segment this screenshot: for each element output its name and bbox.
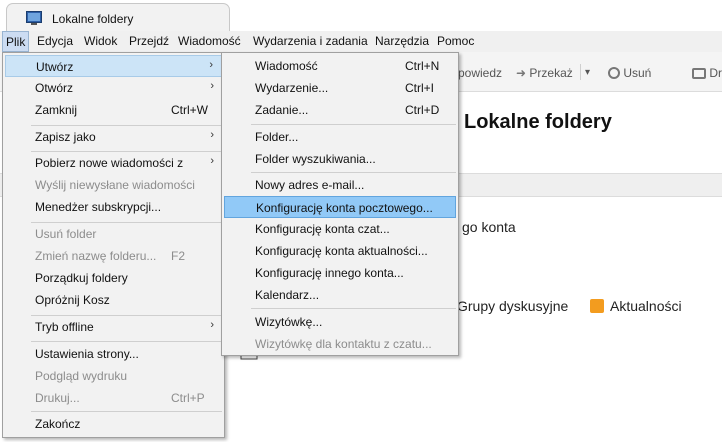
newsgroups-link[interactable]: Grupy dyskusyjne — [457, 298, 568, 314]
new-submenu-item-zadanie[interactable]: Zadanie... Ctrl+D — [224, 99, 456, 121]
menu-separator — [31, 341, 222, 342]
file-menu: Utwórz › Otwórz › Zamknij Ctrl+W Zapisz … — [2, 52, 225, 438]
tab-lokalne-foldery[interactable]: Lokalne foldery — [6, 3, 230, 32]
new-submenu-item-inne-konto[interactable]: Konfigurację innego konta... — [224, 262, 456, 284]
file-menu-item-zapisz-jako[interactable]: Zapisz jako › — [5, 126, 222, 148]
new-submenu-item-folder[interactable]: Folder... — [224, 126, 456, 148]
new-submenu-item-wizytowka-czat[interactable]: Wizytówkę dla kontaktu z czatu... — [224, 333, 456, 355]
file-menu-item-porzadkuj[interactable]: Porządkuj foldery — [5, 267, 222, 289]
delete-label: Usuń — [623, 66, 652, 80]
file-menu-item-tryb-offline[interactable]: Tryb offline › — [5, 316, 222, 338]
menu-separator — [251, 308, 456, 309]
file-menu-item-oproznij-kosz[interactable]: Opróżnij Kosz — [5, 289, 222, 311]
menu-separator — [251, 172, 456, 173]
new-submenu-item-konto-czat[interactable]: Konfigurację konta czat... — [224, 218, 456, 240]
new-submenu-item-nowy-adres[interactable]: Nowy adres e-mail... — [224, 174, 456, 196]
chevron-right-icon: › — [210, 129, 214, 141]
toolbar-separator — [580, 64, 581, 80]
forward-label: Przekaż — [529, 66, 573, 80]
print-label: Dr — [709, 66, 722, 80]
new-submenu: Wiadomość Ctrl+N Wydarzenie... Ctrl+I Za… — [221, 52, 459, 356]
file-menu-item-zakoncz[interactable]: Zakończ — [5, 413, 222, 435]
new-submenu-item-konto-pocztowe[interactable]: Konfigurację konta pocztowego... — [224, 196, 456, 218]
menu-wiadomosc[interactable]: Wiadomość — [178, 34, 241, 48]
file-menu-item-ustawienia-strony[interactable]: Ustawienia strony... — [5, 343, 222, 365]
dropdown-arrow-icon[interactable]: ▾ — [585, 67, 590, 78]
chevron-right-icon: › — [210, 80, 214, 92]
thunderbird-window-icon — [26, 11, 42, 25]
tab-strip: Lokalne foldery — [0, 0, 722, 32]
menu-przejdz[interactable]: Przejdź — [129, 34, 169, 48]
new-submenu-item-konto-aktualnosci[interactable]: Konfigurację konta aktualności... — [224, 240, 456, 262]
new-submenu-item-wizytowka[interactable]: Wizytówkę... — [224, 311, 456, 333]
file-menu-item-podglad-wydruku[interactable]: Podgląd wydruku — [5, 365, 222, 387]
new-submenu-item-kalendarz[interactable]: Kalendarz... — [224, 284, 456, 306]
menu-edycja[interactable]: Edycja — [37, 34, 73, 48]
delete-button[interactable]: Usuń — [608, 66, 651, 80]
print-button[interactable]: Dr — [692, 66, 722, 80]
rss-icon — [590, 299, 604, 313]
menu-separator — [31, 411, 222, 412]
file-menu-item-wyslij[interactable]: Wyślij niewysłane wiadomości — [5, 174, 222, 196]
menu-widok[interactable]: Widok — [84, 34, 117, 48]
file-menu-item-utworz[interactable]: Utwórz › — [5, 55, 222, 77]
file-menu-item-zamknij[interactable]: Zamknij Ctrl+W — [5, 99, 222, 121]
menu-plik[interactable]: Plik — [2, 31, 30, 52]
tab-title: Lokalne foldery — [52, 12, 134, 26]
chevron-right-icon: › — [209, 59, 213, 71]
file-menu-item-zmien-nazwe[interactable]: Zmień nazwę folderu... F2 — [5, 245, 222, 267]
new-submenu-item-wydarzenie[interactable]: Wydarzenie... Ctrl+I — [224, 77, 456, 99]
file-menu-item-drukuj[interactable]: Drukuj... Ctrl+P — [5, 387, 222, 409]
file-menu-item-usun-folder[interactable]: Usuń folder — [5, 223, 222, 245]
menu-wydarzenia-i-zadania[interactable]: Wydarzenia i zadania — [253, 34, 368, 48]
forward-button[interactable]: ➜ Przekaż — [516, 66, 573, 80]
chevron-right-icon: › — [210, 155, 214, 167]
menubar: Plik Edycja Widok Przejdź Wiadomość Wyda… — [0, 31, 722, 52]
menu-pomoc[interactable]: Pomoc — [437, 34, 474, 48]
reply-button[interactable]: powiedz — [458, 66, 502, 80]
printer-icon — [692, 68, 706, 79]
feeds-link[interactable]: Aktualności — [610, 298, 682, 314]
delete-circle-icon — [608, 67, 620, 79]
accounts-link[interactable]: go konta — [462, 219, 516, 235]
menu-separator — [251, 124, 456, 125]
chevron-right-icon: › — [210, 319, 214, 331]
file-menu-item-menedzer-subskrypcji[interactable]: Menedżer subskrypcji... — [5, 196, 222, 218]
file-menu-item-pobierz[interactable]: Pobierz nowe wiadomości z › — [5, 152, 222, 174]
menu-narzedzia[interactable]: Narzędzia — [375, 34, 429, 48]
new-submenu-item-wiadomosc[interactable]: Wiadomość Ctrl+N — [224, 55, 456, 77]
forward-arrow-icon: ➜ — [516, 66, 530, 80]
file-menu-item-otworz[interactable]: Otwórz › — [5, 77, 222, 99]
page-title: Lokalne foldery — [464, 111, 612, 133]
new-submenu-item-folder-wyszukiwania[interactable]: Folder wyszukiwania... — [224, 148, 456, 170]
